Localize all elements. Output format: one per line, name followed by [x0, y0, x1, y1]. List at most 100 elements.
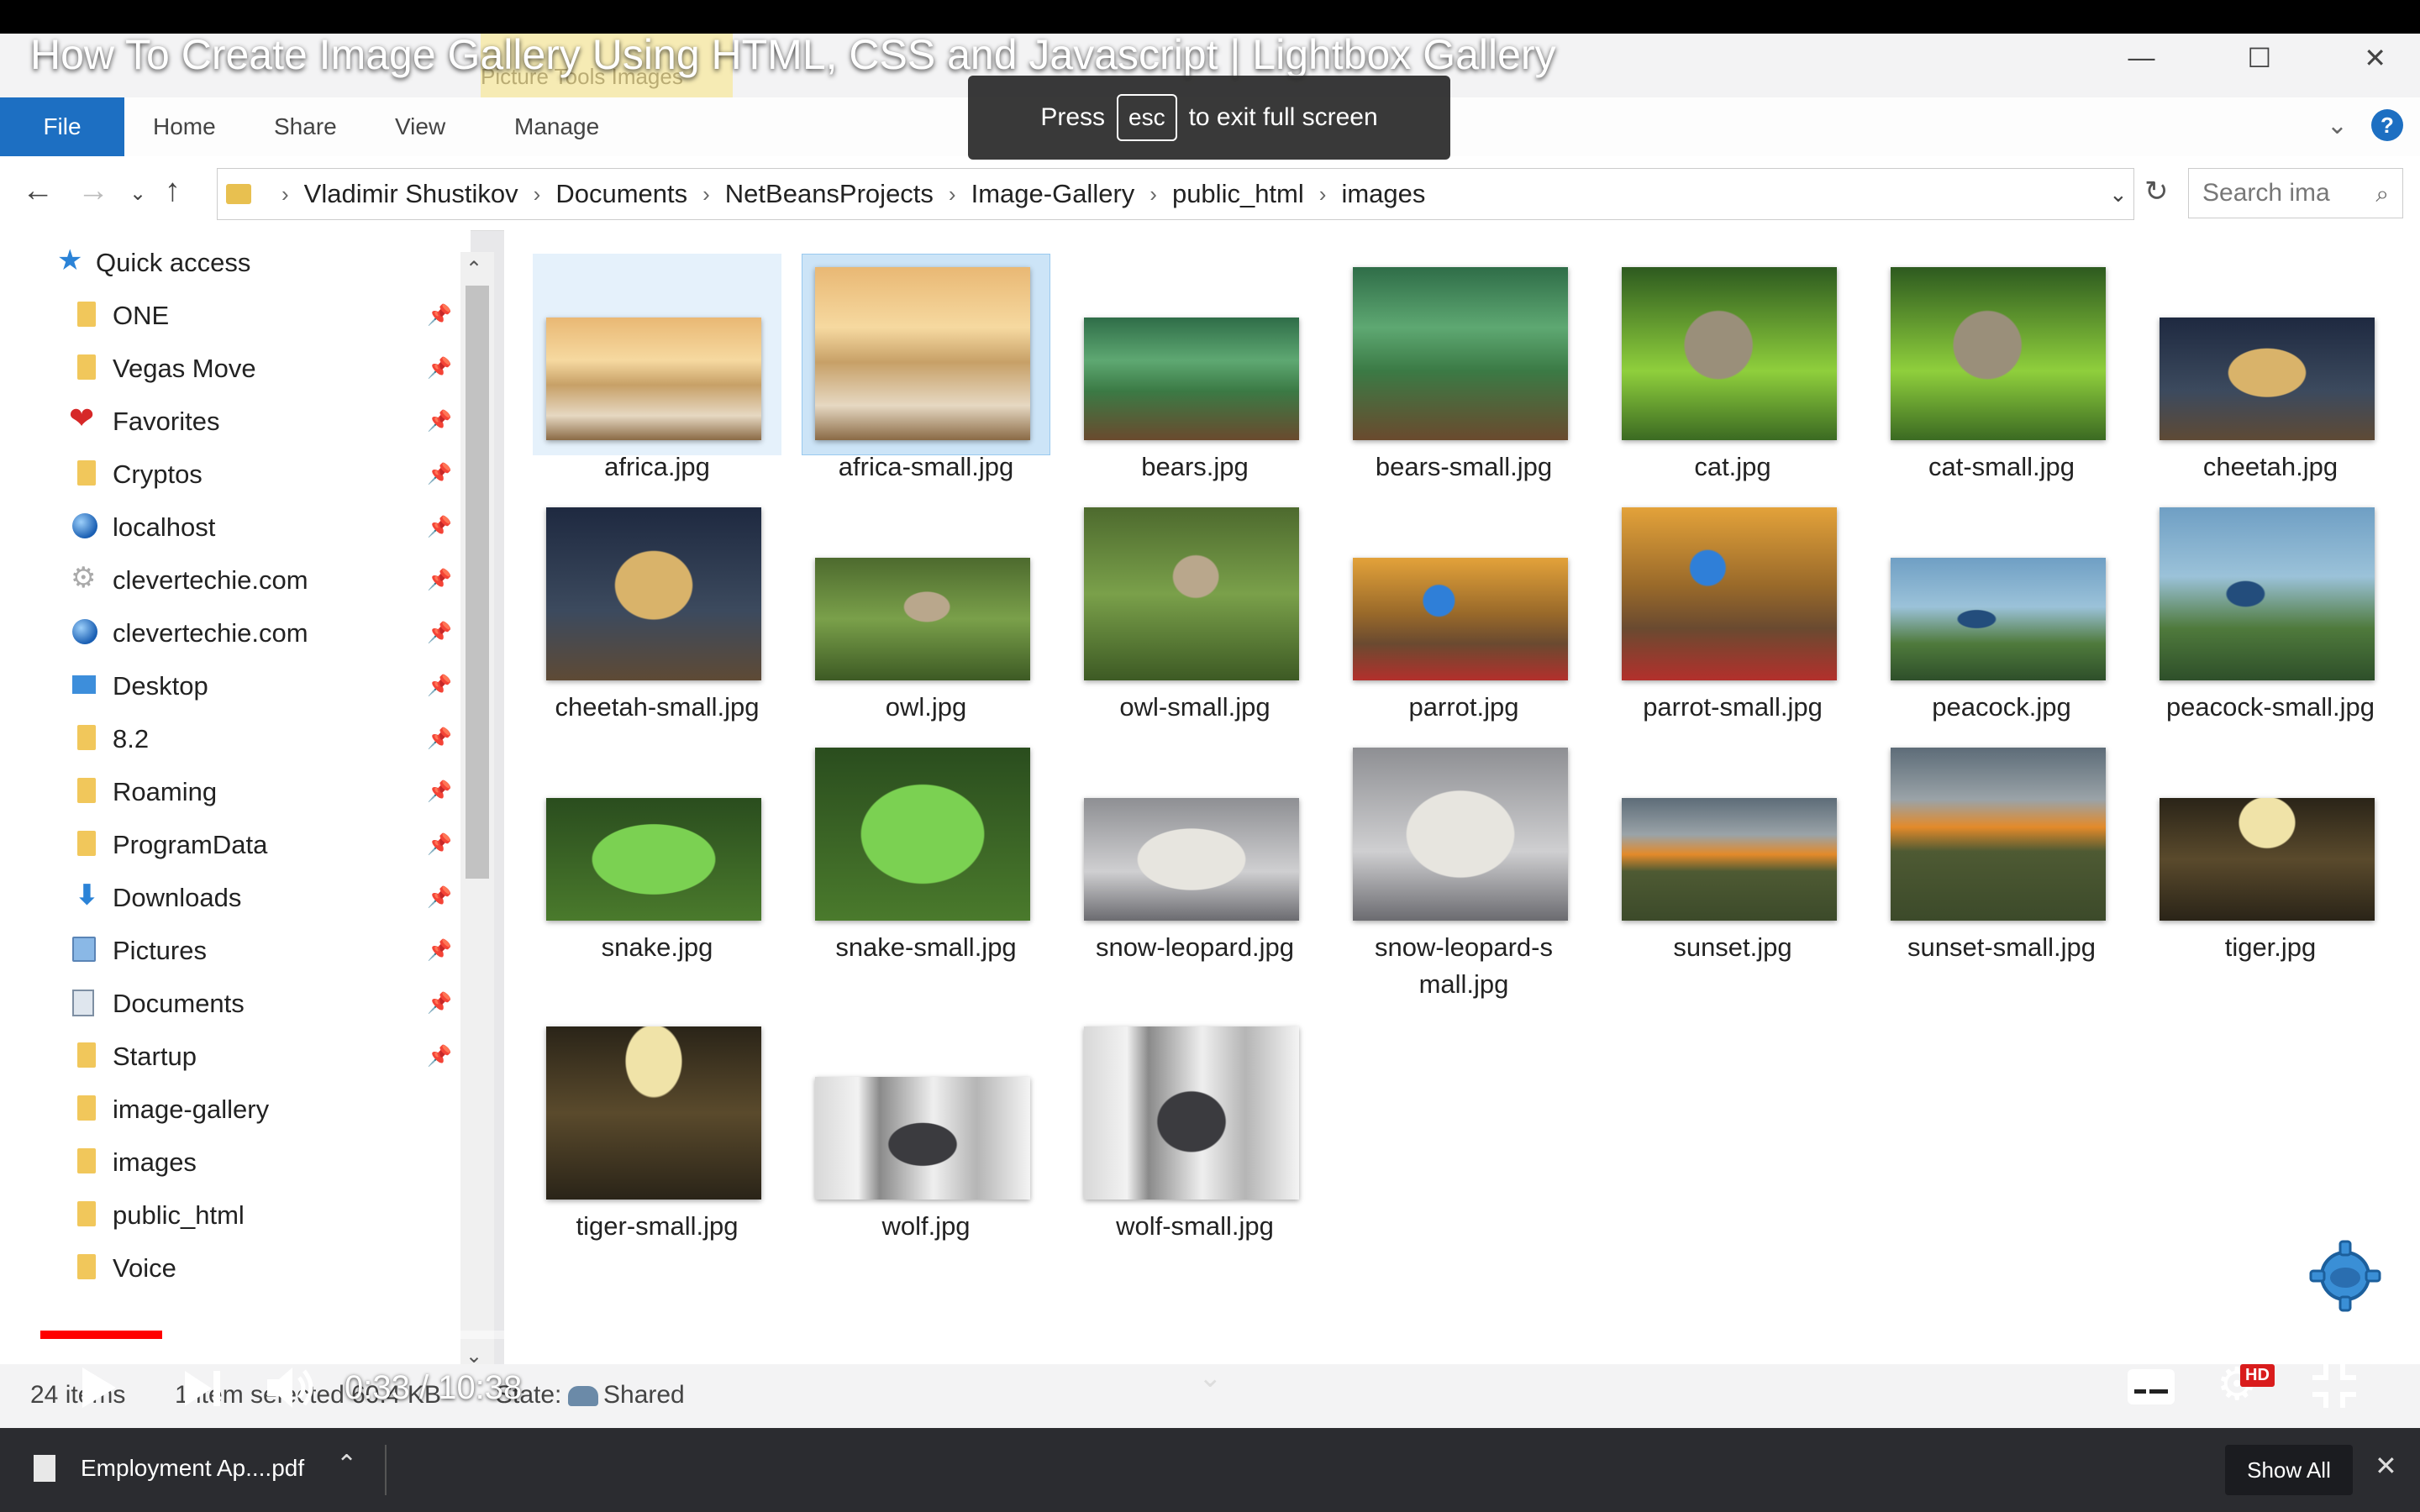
next-icon[interactable] [182, 1368, 224, 1410]
image-thumbnail[interactable] [815, 748, 1030, 921]
sidebar-item[interactable]: ⬇ Downloads 📌 [0, 872, 454, 924]
video-progress-bar[interactable] [40, 1331, 2380, 1339]
sidebar-item[interactable]: public_html [0, 1189, 454, 1242]
sidebar-item[interactable]: 8.2 📌 [0, 713, 454, 765]
file-item[interactable]: owl.jpg [802, 494, 1050, 722]
back-icon[interactable]: ← [22, 173, 54, 209]
image-thumbnail[interactable] [1353, 558, 1568, 680]
breadcrumb-item[interactable]: Image-Gallery [971, 179, 1135, 209]
play-icon[interactable] [77, 1364, 119, 1411]
sidebar-item[interactable]: ❤ Favorites 📌 [0, 396, 454, 448]
sidebar-item[interactable]: ONE 📌 [0, 290, 454, 342]
sidebar-item[interactable]: Documents 📌 [0, 978, 454, 1030]
file-item[interactable]: peacock-small.jpg [2146, 494, 2395, 722]
file-item[interactable]: wolf-small.jpg [1071, 1013, 1319, 1241]
breadcrumb-item[interactable]: public_html [1172, 179, 1304, 209]
minimize-icon[interactable]: — [2128, 42, 2155, 74]
image-thumbnail[interactable] [1084, 798, 1299, 921]
breadcrumb-item[interactable]: Documents [555, 179, 687, 209]
forward-icon[interactable]: → [77, 173, 109, 209]
pin-icon[interactable]: 📌 [427, 885, 452, 910]
pin-icon[interactable]: 📌 [427, 991, 452, 1016]
pin-icon[interactable]: 📌 [427, 356, 452, 381]
image-thumbnail[interactable] [1891, 558, 2106, 680]
sidebar-item[interactable]: ProgramData 📌 [0, 819, 454, 871]
file-item[interactable]: parrot-small.jpg [1608, 494, 1857, 722]
sidebar-item[interactable]: images [0, 1137, 454, 1189]
file-item[interactable]: snow-leopard.jpg [1071, 734, 1319, 986]
image-thumbnail[interactable] [2160, 507, 2375, 680]
tab-home[interactable]: Home [153, 97, 216, 156]
image-thumbnail[interactable] [815, 267, 1030, 440]
file-item[interactable]: sunset.jpg [1608, 734, 1857, 986]
file-item[interactable]: parrot.jpg [1339, 494, 1588, 722]
image-thumbnail[interactable] [815, 1077, 1030, 1200]
file-item[interactable]: africa.jpg [533, 254, 781, 481]
chevron-right-icon[interactable]: › [1319, 181, 1327, 207]
file-item[interactable]: africa-small.jpg [802, 254, 1050, 481]
chevron-up-icon[interactable]: ⌃ [336, 1450, 357, 1479]
file-item[interactable]: peacock.jpg [1877, 494, 2126, 722]
sidebar-item[interactable]: Startup 📌 [0, 1031, 454, 1083]
file-item[interactable]: snow-leopard-small.jpg [1339, 734, 1588, 1023]
image-thumbnail[interactable] [546, 507, 761, 680]
chevron-right-icon[interactable]: › [281, 181, 289, 207]
tab-file[interactable]: File [0, 97, 124, 156]
sidebar-item[interactable]: clevertechie.com 📌 [0, 607, 454, 659]
search-icon[interactable]: ⌕ [2375, 181, 2389, 208]
up-icon[interactable]: ↑ [165, 173, 181, 209]
tab-manage[interactable]: Manage [514, 97, 599, 156]
image-thumbnail[interactable] [1084, 507, 1299, 680]
file-item[interactable]: snake.jpg [533, 734, 781, 986]
chevron-right-icon[interactable]: › [949, 181, 956, 207]
image-thumbnail[interactable] [1353, 267, 1568, 440]
image-thumbnail[interactable] [546, 798, 761, 921]
pin-icon[interactable]: 📌 [427, 462, 452, 486]
image-thumbnail[interactable] [1622, 798, 1837, 921]
refresh-icon[interactable]: ↻ [2144, 175, 2169, 208]
image-thumbnail[interactable] [1084, 1026, 1299, 1200]
sidebar-item[interactable]: localhost 📌 [0, 501, 454, 554]
pin-icon[interactable]: 📌 [427, 832, 452, 857]
file-item[interactable]: tiger.jpg [2146, 734, 2395, 986]
breadcrumb-item[interactable]: Vladimir Shustikov [304, 179, 518, 209]
sidebar-item[interactable]: Pictures 📌 [0, 925, 454, 977]
sidebar-item[interactable]: ★ Quick access [0, 237, 454, 289]
maximize-icon[interactable]: ☐ [2248, 42, 2272, 74]
settings-gear-icon[interactable] [2309, 1240, 2381, 1312]
file-item[interactable]: owl-small.jpg [1071, 494, 1319, 722]
scroll-up-icon[interactable]: ⌃ [466, 257, 482, 281]
image-thumbnail[interactable] [1622, 507, 1837, 680]
volume-icon[interactable] [264, 1362, 318, 1413]
image-thumbnail[interactable] [1891, 267, 2106, 440]
pin-icon[interactable]: 📌 [427, 409, 452, 433]
breadcrumb-item[interactable]: images [1341, 179, 1425, 209]
pin-icon[interactable]: 📌 [427, 515, 452, 539]
sidebar-item[interactable]: Roaming 📌 [0, 766, 454, 818]
file-item[interactable]: tiger-small.jpg [533, 1013, 781, 1241]
subtitles-icon[interactable] [2126, 1366, 2176, 1408]
pin-icon[interactable]: 📌 [427, 1044, 452, 1068]
pin-icon[interactable]: 📌 [427, 568, 452, 592]
pin-icon[interactable]: 📌 [427, 727, 452, 751]
image-thumbnail[interactable] [546, 1026, 761, 1200]
pin-icon[interactable]: 📌 [427, 780, 452, 804]
navigation-scrollbar[interactable]: ⌃ ⌄ [460, 252, 494, 1369]
image-thumbnail[interactable] [2160, 798, 2375, 921]
file-item[interactable]: cheetah-small.jpg [533, 494, 781, 722]
show-all-button[interactable]: Show All [2225, 1445, 2353, 1495]
video-frame[interactable]: Picture Tools Images — ☐ ✕ File Home Sha… [0, 34, 2420, 1428]
pin-icon[interactable]: 📌 [427, 938, 452, 963]
image-thumbnail[interactable] [2160, 318, 2375, 440]
pin-icon[interactable]: 📌 [427, 303, 452, 328]
chevron-right-icon[interactable]: › [534, 181, 541, 207]
video-title[interactable]: How To Create Image Gallery Using HTML, … [30, 30, 1556, 79]
sidebar-item[interactable]: Vegas Move 📌 [0, 343, 454, 395]
help-icon[interactable]: ? [2371, 109, 2403, 141]
recent-locations-icon[interactable]: ⌄ [129, 181, 146, 206]
image-thumbnail[interactable] [1891, 748, 2106, 921]
file-item[interactable]: snake-small.jpg [802, 734, 1050, 986]
close-icon[interactable]: ✕ [2375, 1450, 2397, 1482]
image-thumbnail[interactable] [815, 558, 1030, 680]
breadcrumb[interactable]: › Vladimir Shustikov › Documents › NetBe… [217, 168, 2134, 220]
